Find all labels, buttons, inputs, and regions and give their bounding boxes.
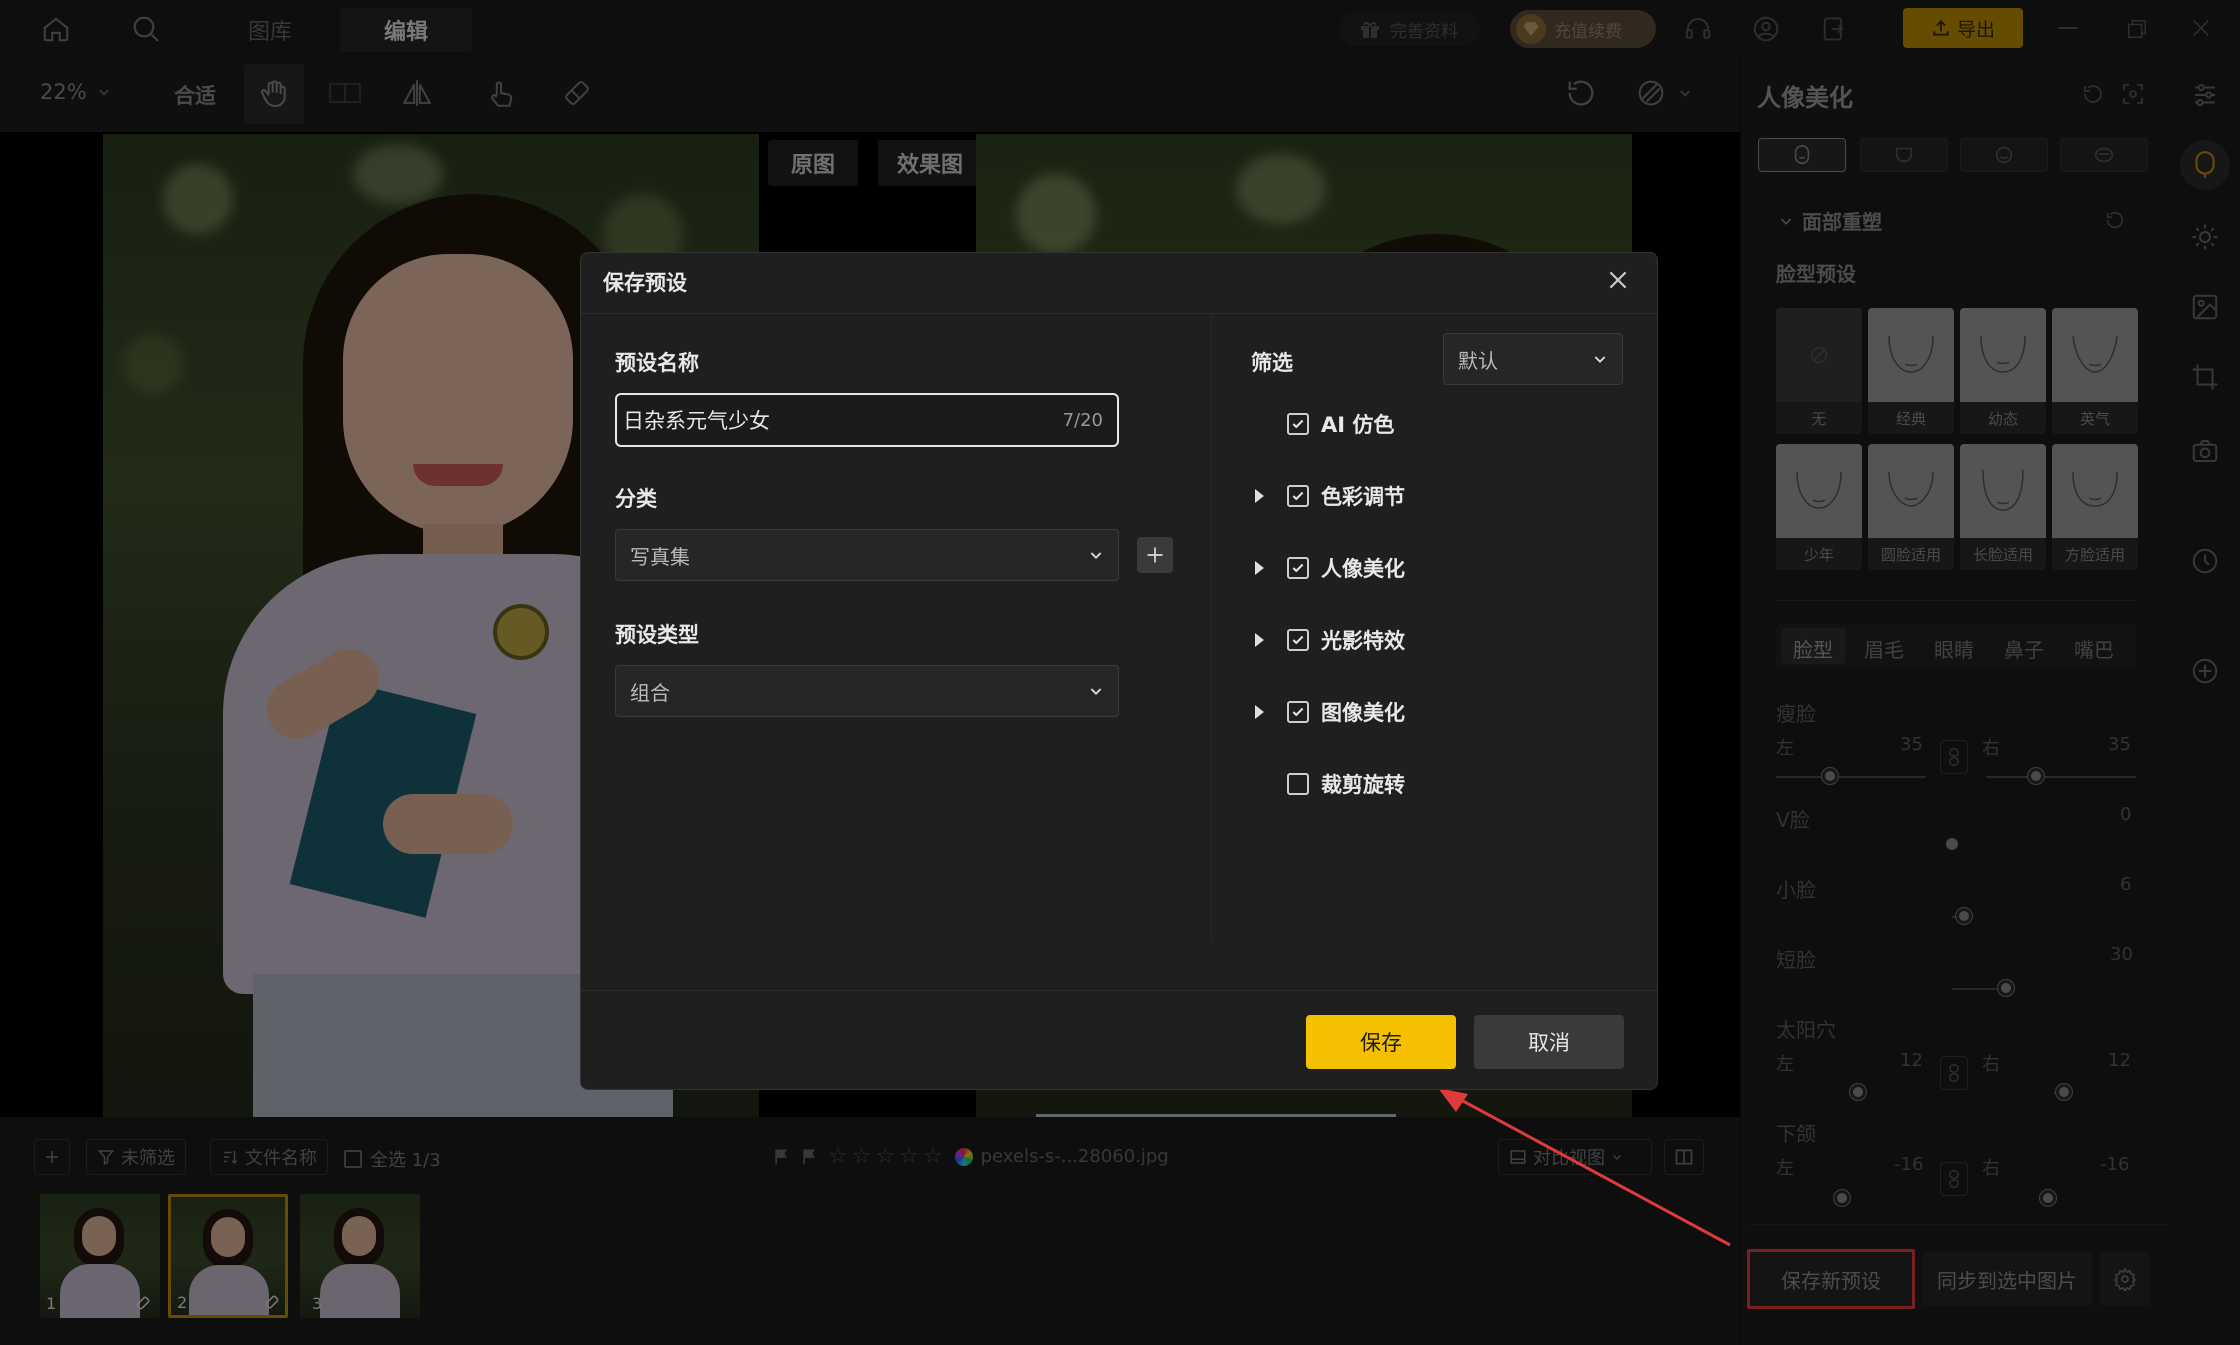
option-color-adjust[interactable]: 色彩调节 bbox=[1287, 481, 1405, 511]
checkbox-checked[interactable] bbox=[1287, 557, 1309, 579]
preset-name-value: 日杂系元气少女 bbox=[623, 409, 770, 433]
preset-name-label: 预设名称 bbox=[615, 351, 699, 375]
cancel-button[interactable]: 取消 bbox=[1474, 1015, 1624, 1069]
option-label: AI 仿色 bbox=[1321, 413, 1395, 437]
divider bbox=[1211, 314, 1212, 942]
option-image-beauty[interactable]: 图像美化 bbox=[1287, 697, 1405, 727]
expand-arrow-icon[interactable] bbox=[1255, 633, 1264, 647]
expand-arrow-icon[interactable] bbox=[1255, 561, 1264, 575]
checkbox-checked[interactable] bbox=[1287, 629, 1309, 651]
preset-type-label: 预设类型 bbox=[615, 623, 699, 647]
expand-arrow-icon[interactable] bbox=[1255, 705, 1264, 719]
option-label: 色彩调节 bbox=[1321, 485, 1405, 509]
option-label: 裁剪旋转 bbox=[1321, 773, 1405, 797]
option-label: 光影特效 bbox=[1321, 629, 1405, 653]
chevron-down-icon bbox=[1592, 351, 1608, 367]
chevron-down-icon bbox=[1088, 547, 1104, 563]
checkbox-checked[interactable] bbox=[1287, 413, 1309, 435]
divider bbox=[581, 313, 1657, 314]
preset-type-value: 组合 bbox=[630, 680, 670, 705]
chevron-down-icon bbox=[1088, 683, 1104, 699]
option-portrait-beauty[interactable]: 人像美化 bbox=[1287, 553, 1405, 583]
preset-name-input[interactable]: 日杂系元气少女 7/20 bbox=[615, 393, 1119, 447]
option-ai-color[interactable]: AI 仿色 bbox=[1287, 409, 1394, 439]
option-label: 图像美化 bbox=[1321, 701, 1405, 725]
add-category-button[interactable] bbox=[1137, 537, 1173, 573]
divider bbox=[581, 990, 1657, 991]
filter-value: 默认 bbox=[1458, 348, 1498, 373]
category-label: 分类 bbox=[615, 487, 657, 511]
preset-type-select[interactable]: 组合 bbox=[615, 665, 1119, 717]
save-button[interactable]: 保存 bbox=[1306, 1015, 1456, 1069]
plus-icon bbox=[1145, 545, 1165, 565]
checkbox-checked[interactable] bbox=[1287, 485, 1309, 507]
save-preset-dialog: 保存预设 预设名称 日杂系元气少女 7/20 分类 写真集 预设类型 组合 筛选… bbox=[580, 252, 1658, 1090]
option-crop-rotate[interactable]: 裁剪旋转 bbox=[1287, 769, 1405, 799]
option-label: 人像美化 bbox=[1321, 557, 1405, 581]
char-count: 7/20 bbox=[1062, 409, 1103, 431]
checkbox-unchecked[interactable] bbox=[1287, 773, 1309, 795]
annotation-arrow bbox=[1438, 1088, 1731, 1247]
close-icon[interactable] bbox=[1605, 267, 1631, 293]
dialog-title: 保存预设 bbox=[603, 271, 687, 295]
filter-label: 筛选 bbox=[1251, 351, 1293, 375]
expand-arrow-icon[interactable] bbox=[1255, 489, 1264, 503]
checkbox-checked[interactable] bbox=[1287, 701, 1309, 723]
filter-select[interactable]: 默认 bbox=[1443, 333, 1623, 385]
option-light-effects[interactable]: 光影特效 bbox=[1287, 625, 1405, 655]
category-select[interactable]: 写真集 bbox=[615, 529, 1119, 581]
category-value: 写真集 bbox=[630, 544, 690, 569]
